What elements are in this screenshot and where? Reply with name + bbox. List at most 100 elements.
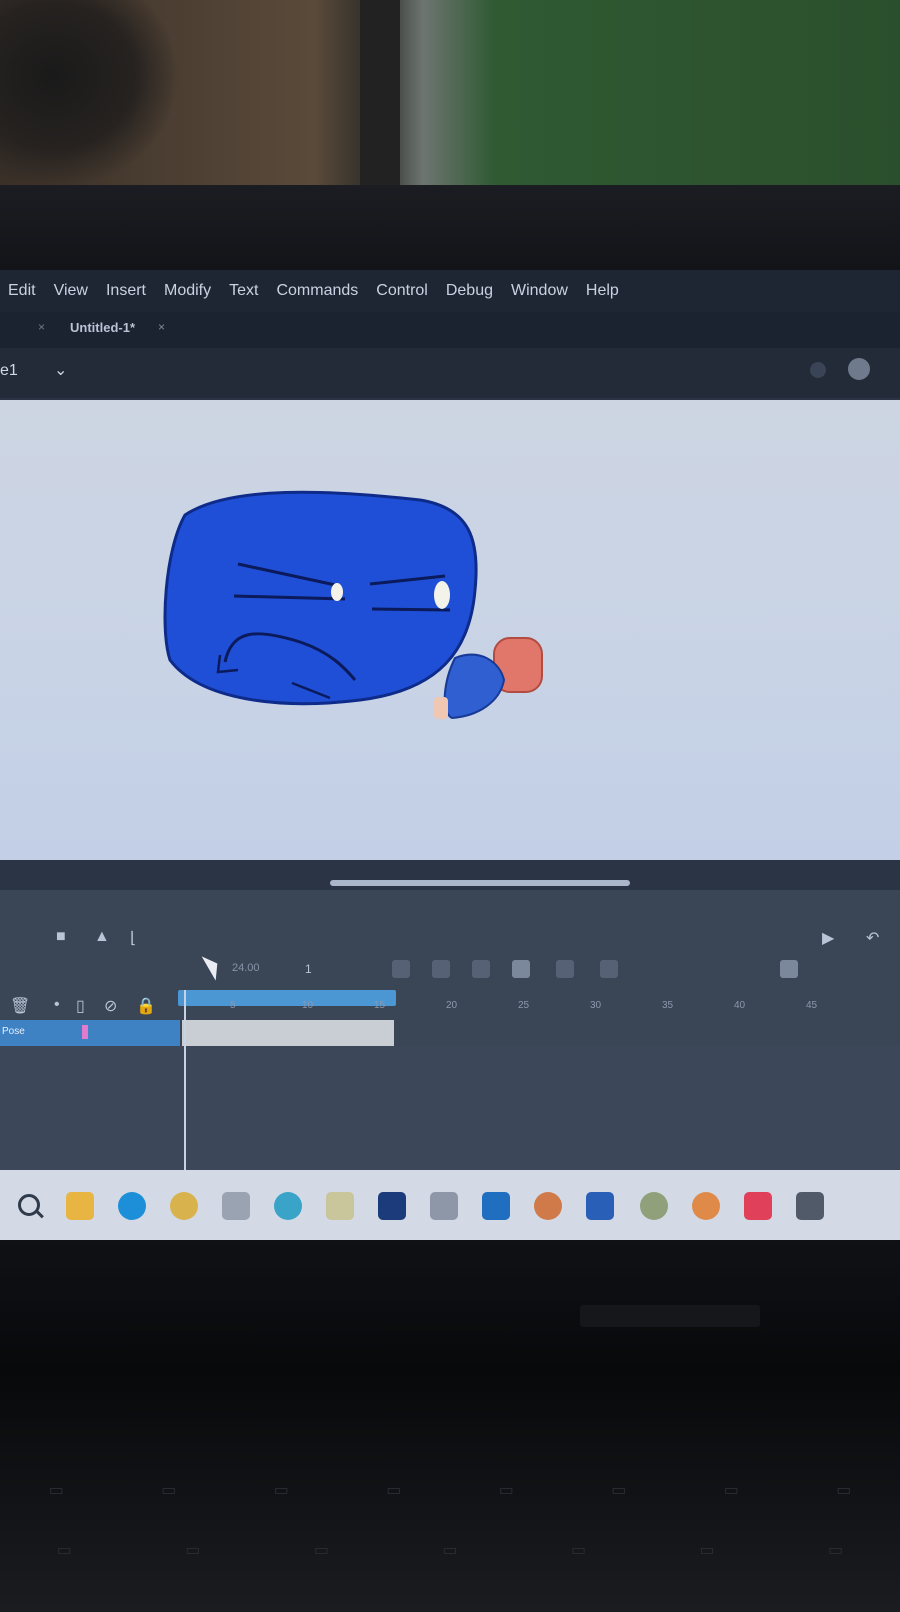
key: ▭ (611, 1480, 627, 1499)
lamp-shadow (0, 0, 180, 190)
stage-artwork (163, 490, 543, 720)
app-icon-12[interactable] (796, 1192, 824, 1220)
undo-icon[interactable]: ↶ (866, 928, 879, 948)
mouse-cursor (201, 951, 225, 981)
app-icon-4[interactable] (326, 1192, 354, 1220)
ruler-tick: 15 (374, 1000, 386, 1011)
app-icon-1[interactable] (170, 1192, 198, 1220)
door-frame (360, 0, 400, 200)
menu-insert[interactable]: Insert (106, 282, 146, 300)
layer-color-swatch[interactable] (82, 1025, 88, 1039)
fps-readout[interactable]: 24.00 (232, 962, 260, 974)
insert-frame-icon[interactable] (556, 960, 574, 978)
key: ▭ (185, 1540, 201, 1559)
key: ▭ (56, 1540, 72, 1559)
ruler-tick: 10 (302, 1000, 314, 1011)
menu-debug[interactable]: Debug (446, 282, 493, 300)
key: ▭ (386, 1480, 402, 1499)
key: ▭ (723, 1480, 739, 1499)
eye-right (434, 581, 450, 609)
snap-icon[interactable] (810, 362, 826, 378)
ruler-tick: 25 (518, 1000, 530, 1011)
keyboard-row: ▭ ▭ ▭ ▭ ▭ ▭ ▭ (0, 1540, 900, 1559)
ruler-tick: 45 (806, 1000, 818, 1011)
search-icon[interactable] (18, 1194, 40, 1216)
layer-row[interactable]: Pose (0, 1020, 180, 1046)
document-tab-bar: × Untitled-1* × (0, 312, 900, 348)
timeline-panel: ■ ▲ ⌊ 24.00 1 ▶ ↶ 🗑 • ▯ ⊘ 🔒 5 10 15 20 2… (0, 890, 900, 1170)
scene-bar: e1 ⌄ (0, 348, 900, 398)
document-tab[interactable]: Untitled-1* (70, 320, 135, 335)
layer-depth-icon[interactable]: ▲ (94, 928, 110, 946)
menu-edit[interactable]: Edit (8, 282, 36, 300)
layer-dot-icon[interactable]: • (54, 996, 60, 1014)
menu-modify[interactable]: Modify (164, 282, 211, 300)
close-icon[interactable]: × (158, 320, 165, 334)
playhead[interactable] (184, 990, 186, 1170)
center-stage-icon[interactable] (848, 358, 870, 380)
key: ▭ (498, 1480, 514, 1499)
frame-ruler[interactable]: 5 10 15 20 25 30 35 40 45 (180, 1000, 900, 1020)
key: ▭ (442, 1540, 458, 1559)
current-frame[interactable]: 1 (305, 962, 312, 976)
file-explorer-icon[interactable] (66, 1192, 94, 1220)
eye-hidden-icon[interactable]: ⊘ (104, 996, 117, 1016)
screen: Edit View Insert Modify Text Commands Co… (0, 270, 900, 1245)
key: ▭ (570, 1540, 587, 1559)
stage-scrollbar[interactable] (330, 880, 630, 886)
keyboard-row: ▭ ▭ ▭ ▭ ▭ ▭ ▭ ▭ (0, 1480, 900, 1499)
trash-icon[interactable]: 🗑 (10, 996, 30, 1016)
key: ▭ (699, 1540, 715, 1559)
menu-commands[interactable]: Commands (276, 282, 358, 300)
stage-canvas[interactable] (0, 400, 900, 860)
loop-icon[interactable] (780, 960, 798, 978)
key: ▭ (161, 1480, 177, 1499)
app-icon-3[interactable] (274, 1192, 302, 1220)
app-icon-6[interactable] (482, 1192, 510, 1220)
timeline-toolbar: ■ ▲ ⌊ 24.00 1 ▶ ↶ (0, 920, 900, 981)
scene-label[interactable]: e1 (0, 362, 18, 380)
lock-icon[interactable]: 🔒 (136, 996, 156, 1016)
graph-icon[interactable]: ⌊ (130, 928, 136, 948)
app-icon-9[interactable] (640, 1192, 668, 1220)
key: ▭ (273, 1480, 289, 1499)
app-icon-11[interactable] (744, 1192, 772, 1220)
app-icon-5[interactable] (430, 1192, 458, 1220)
timeline-empty-area[interactable] (0, 1046, 900, 1170)
chevron-down-icon[interactable]: ⌄ (54, 360, 67, 380)
menu-view[interactable]: View (54, 282, 88, 300)
frame-span[interactable] (182, 1020, 394, 1046)
background-wall (0, 0, 900, 200)
menu-control[interactable]: Control (376, 282, 428, 300)
ruler-tick: 5 (230, 1000, 236, 1011)
key: ▭ (836, 1480, 852, 1499)
key: ▭ (828, 1540, 844, 1559)
app-icon-2[interactable] (222, 1192, 250, 1220)
menu-text[interactable]: Text (229, 282, 258, 300)
brand-plate (580, 1305, 760, 1327)
monitor-bezel-top (0, 185, 900, 270)
keyframe-icon[interactable] (600, 960, 618, 978)
small-character-body (443, 653, 506, 720)
animate-icon[interactable] (378, 1192, 406, 1220)
menu-help[interactable]: Help (586, 282, 619, 300)
eye-line-right (371, 607, 451, 612)
onion-skin-icon[interactable] (392, 960, 410, 978)
onion-outline-icon[interactable] (432, 960, 450, 978)
layer-name[interactable]: Pose (2, 1026, 25, 1037)
frame-view-icon[interactable] (512, 960, 530, 978)
edit-multiple-icon[interactable] (472, 960, 490, 978)
layer-tools: 🗑 • ▯ ⊘ 🔒 (0, 990, 180, 1020)
edge-icon[interactable] (118, 1192, 146, 1220)
outline-icon[interactable]: ▯ (76, 996, 85, 1016)
key: ▭ (313, 1540, 329, 1559)
app-icon-10[interactable] (692, 1192, 720, 1220)
tab-arrow-icon[interactable]: × (38, 320, 45, 334)
play-icon[interactable]: ▶ (822, 928, 834, 948)
ruler-tick: 40 (734, 1000, 746, 1011)
taskbar (0, 1170, 900, 1245)
menu-window[interactable]: Window (511, 282, 568, 300)
camera-icon[interactable]: ■ (56, 928, 66, 946)
app-icon-8[interactable] (586, 1192, 614, 1220)
app-icon-7[interactable] (534, 1192, 562, 1220)
